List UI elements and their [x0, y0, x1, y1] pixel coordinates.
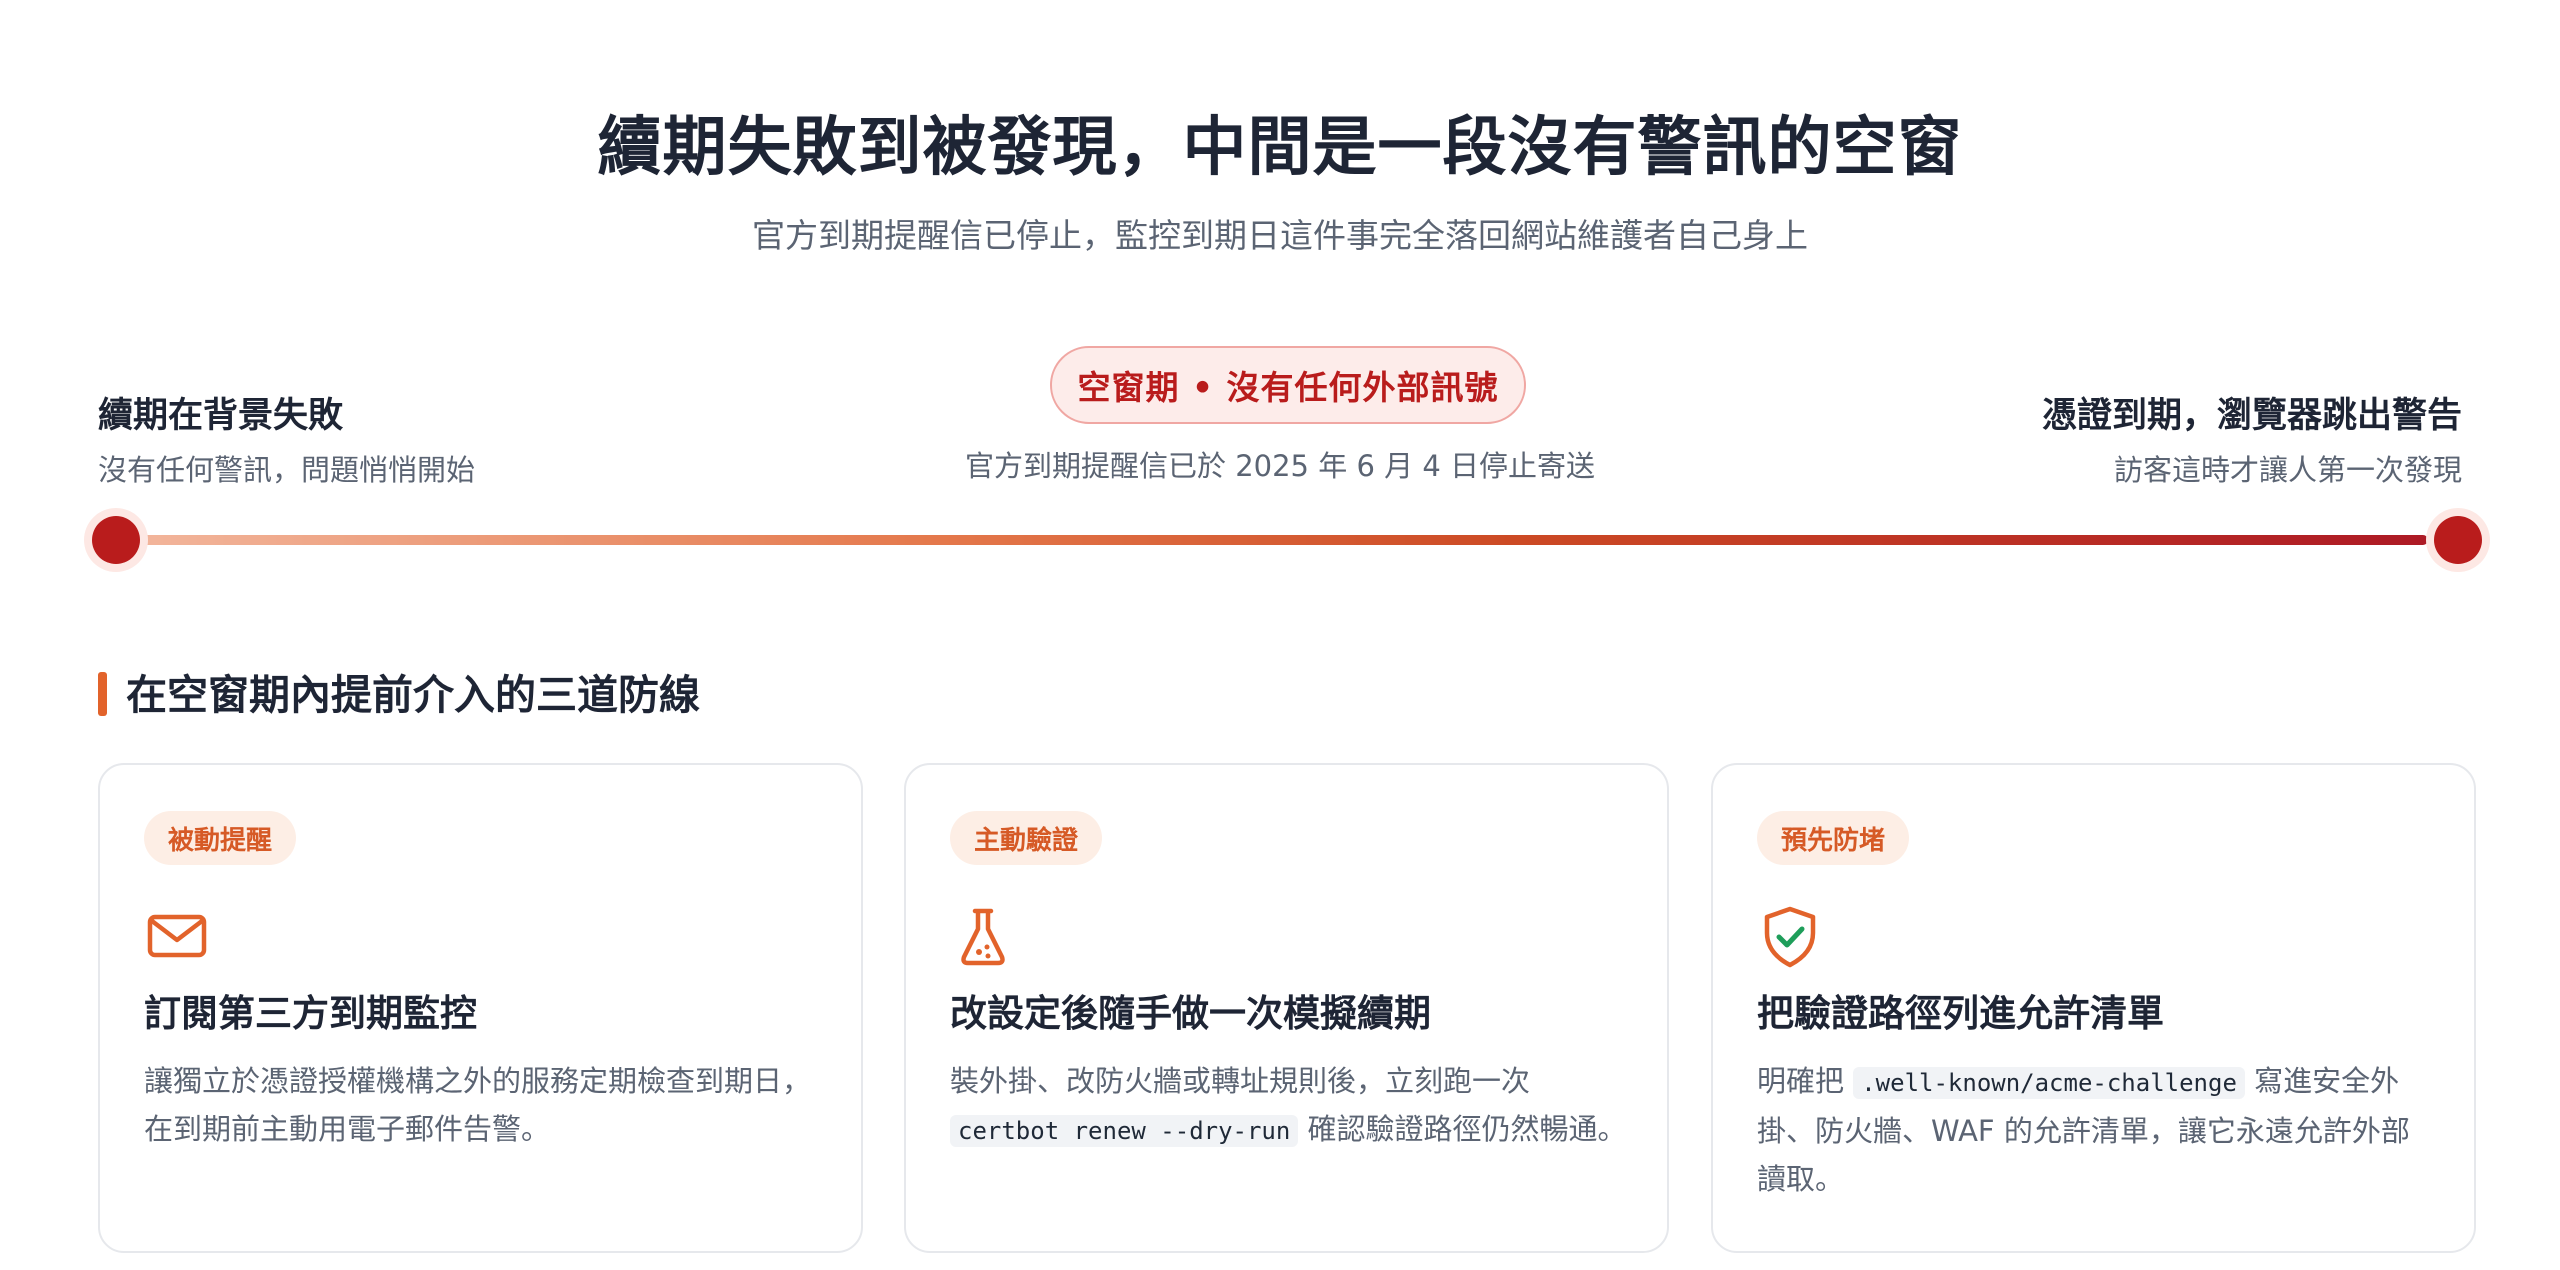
inline-code: certbot renew --dry-run — [950, 1115, 1299, 1147]
defense-card-passive: 被動提醒 訂閱第三方到期監控 讓獨立於憑證授權機構之外的服務定期檢查到期日， 在… — [98, 763, 863, 1253]
card-body: 明確把 .well-known/acme-challenge 寫進安全外掛、防火… — [1757, 1057, 2437, 1203]
card-badge: 被動提醒 — [144, 811, 297, 865]
timeline-end-title: 憑證到期，瀏覽器跳出警告 — [2041, 396, 2462, 436]
flask-icon — [950, 903, 1016, 969]
card-badge: 主動驗證 — [950, 811, 1103, 865]
card-body-text: 讓獨立於憑證授權機構之外的服務定期檢查到期日， — [144, 1064, 812, 1098]
timeline-end-marker — [2434, 516, 2482, 564]
card-body-text: 在到期前主動用電子郵件告警。 — [144, 1112, 551, 1146]
card-body-text: 明確把 — [1757, 1064, 1854, 1098]
timeline-track — [140, 535, 2428, 545]
page-subtitle: 官方到期提醒信已停止，監控到期日這件事完全落回網站維護者自己身上 — [752, 216, 1808, 255]
inline-code: .well-known/acme-challenge — [1853, 1067, 2245, 1099]
defense-card-active: 主動驗證 改設定後隨手做一次模擬續期 裝外掛、改防火牆或轉址規則後，立刻跑一次 … — [904, 763, 1669, 1253]
card-badge: 預先防堵 — [1757, 811, 1910, 865]
card-title: 訂閱第三方到期監控 — [144, 992, 477, 1035]
timeline-end: 憑證到期，瀏覽器跳出警告 訪客這時才讓人第一次發現 — [2042, 392, 2462, 492]
card-body-text: 確認驗證路徑仍然暢通。 — [1298, 1112, 1627, 1146]
section-title: 在空窗期內提前介入的三道防線 — [126, 671, 700, 719]
timeline-end-desc: 訪客這時才讓人第一次發現 — [2113, 453, 2462, 487]
section-accent-bar — [98, 672, 107, 716]
timeline-start-marker — [92, 516, 140, 564]
card-title: 改設定後隨手做一次模擬續期 — [950, 992, 1431, 1035]
timeline-start-title: 續期在背景失敗 — [98, 396, 344, 436]
card-body-text: 裝外掛、改防火牆或轉址規則後，立刻跑一次 — [950, 1064, 1531, 1098]
shield-check-icon — [1757, 903, 1823, 969]
card-body: 裝外掛、改防火牆或轉址規則後，立刻跑一次 certbot renew --dry… — [950, 1057, 1630, 1155]
defense-card-preventive: 預先防堵 把驗證路徑列進允許清單 明確把 .well-known/acme-ch… — [1711, 763, 2476, 1253]
mail-icon — [144, 903, 210, 969]
gap-period-badge: 空窗期 • 沒有任何外部訊號 — [1050, 346, 1526, 424]
card-title: 把驗證路徑列進允許清單 — [1757, 992, 2164, 1035]
page-title: 續期失敗到被發現，中間是一段沒有警訊的空窗 — [597, 111, 1963, 185]
card-body: 讓獨立於憑證授權機構之外的服務定期檢查到期日， 在到期前主動用電子郵件告警。 — [144, 1057, 824, 1153]
